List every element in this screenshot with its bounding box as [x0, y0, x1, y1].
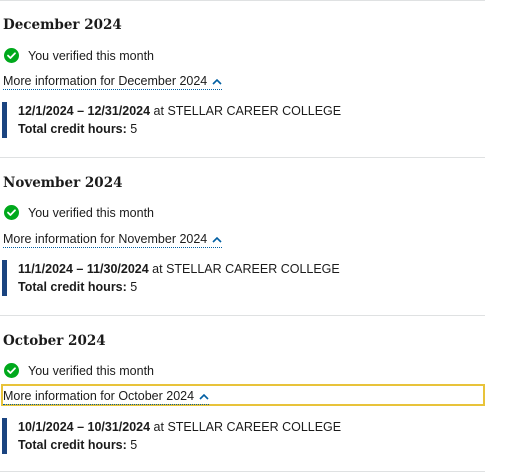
- more-info-label: More information for December 2024: [3, 74, 208, 88]
- credit-hours-label: Total credit hours:: [18, 438, 127, 452]
- credit-hours-value: 5: [130, 438, 138, 452]
- status-november: You verified this month: [4, 205, 154, 220]
- status-october: You verified this month: [4, 363, 154, 378]
- chevron-up-icon: [199, 393, 209, 400]
- record-dates: 12/1/2024 – 12/31/2024: [18, 104, 151, 118]
- record-school: at STELLAR CAREER COLLEGE: [150, 104, 342, 118]
- section-divider: [0, 315, 485, 316]
- check-circle-icon: [4, 205, 19, 220]
- more-info-link-december[interactable]: More information for December 2024: [3, 73, 223, 90]
- record-school: at STELLAR CAREER COLLEGE: [150, 420, 342, 434]
- more-info-link-october[interactable]: More information for October 2024: [3, 388, 210, 405]
- top-divider: [0, 0, 485, 1]
- record-dates: 11/1/2024 – 11/30/2024: [18, 262, 149, 276]
- chevron-up-icon: [212, 236, 222, 243]
- section-divider: [0, 471, 485, 472]
- status-december: You verified this month: [4, 48, 154, 63]
- credit-hours-value: 5: [130, 122, 138, 136]
- record-dates: 10/1/2024 – 10/31/2024: [18, 420, 151, 434]
- section-divider: [0, 157, 485, 158]
- more-info-label: More information for November 2024: [3, 232, 208, 246]
- more-info-link-november[interactable]: More information for November 2024: [3, 231, 223, 248]
- record-school: at STELLAR CAREER COLLEGE: [148, 262, 340, 276]
- enrollment-record-october: 10/1/2024 – 10/31/2024 at STELLAR CAREER…: [2, 418, 488, 454]
- month-title-october: October 2024: [3, 333, 106, 349]
- enrollment-record-november: 11/1/2024 – 11/30/2024 at STELLAR CAREER…: [2, 260, 488, 296]
- enrollment-record-december: 12/1/2024 – 12/31/2024 at STELLAR CAREER…: [2, 102, 488, 138]
- status-text: You verified this month: [28, 205, 155, 220]
- status-text: You verified this month: [28, 363, 155, 378]
- status-text: You verified this month: [28, 48, 155, 63]
- chevron-up-icon: [212, 78, 222, 85]
- credit-hours-label: Total credit hours:: [18, 280, 127, 294]
- check-circle-icon: [4, 48, 19, 63]
- month-title-december: December 2024: [3, 17, 122, 33]
- more-info-label: More information for October 2024: [3, 389, 195, 403]
- check-circle-icon: [4, 363, 19, 378]
- month-title-november: November 2024: [3, 175, 123, 191]
- credit-hours-label: Total credit hours:: [18, 122, 127, 136]
- credit-hours-value: 5: [130, 280, 138, 294]
